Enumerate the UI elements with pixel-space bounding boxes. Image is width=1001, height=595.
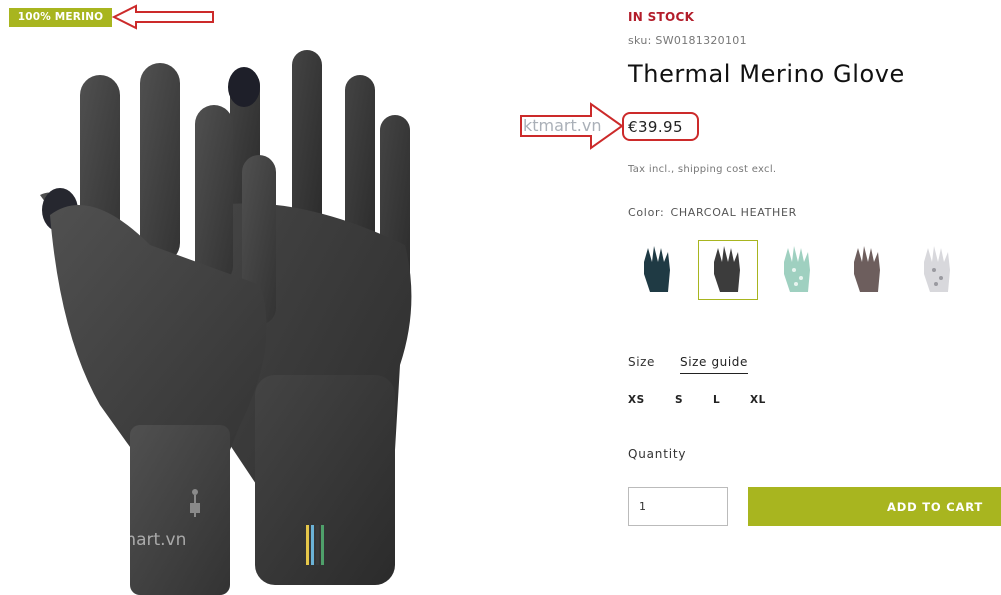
glove-swatch-icon: [644, 246, 670, 292]
quantity-label: Quantity: [628, 447, 687, 461]
color-selected-value: CHARCOAL HEATHER: [670, 206, 797, 219]
add-to-cart-button[interactable]: ADD TO CART: [748, 487, 1001, 526]
glove-swatch-icon: [714, 246, 740, 292]
product-sku: sku: SW0181320101: [628, 34, 747, 47]
size-option-l[interactable]: L: [713, 394, 720, 406]
size-guide-link[interactable]: Size guide: [680, 355, 749, 374]
color-swatches: [628, 240, 968, 302]
tax-note: Tax incl., shipping cost excl.: [628, 164, 777, 175]
watermark-image: ktmart.vn: [103, 530, 187, 550]
size-option-s[interactable]: S: [675, 394, 683, 406]
glove-swatch-icon: [784, 246, 810, 292]
size-option-xs[interactable]: XS: [628, 394, 645, 406]
annotation-arrow-left-icon: [112, 4, 214, 30]
swatch-taupe[interactable]: [838, 240, 898, 300]
product-price: €39.95: [628, 118, 683, 136]
swatch-white-pattern[interactable]: [908, 240, 968, 300]
watermark-price: ktmart.vn: [523, 116, 602, 135]
color-label: Color:: [628, 206, 665, 219]
glove-swatch-icon: [924, 246, 950, 292]
quantity-input[interactable]: [628, 487, 728, 526]
product-title: Thermal Merino Glove: [628, 60, 905, 88]
size-option-xl[interactable]: XL: [750, 394, 766, 406]
merino-badge: 100% MERINO: [9, 8, 112, 27]
swatch-mint-pattern[interactable]: [768, 240, 828, 300]
stock-status: IN STOCK: [628, 10, 695, 24]
glove-swatch-icon: [854, 246, 880, 292]
swatch-charcoal-heather[interactable]: [698, 240, 758, 300]
swatch-deep-navy[interactable]: [628, 240, 688, 300]
color-row: Color: CHARCOAL HEATHER: [628, 206, 797, 219]
product-image-gloves: [40, 50, 412, 595]
size-label: Size: [628, 355, 656, 369]
